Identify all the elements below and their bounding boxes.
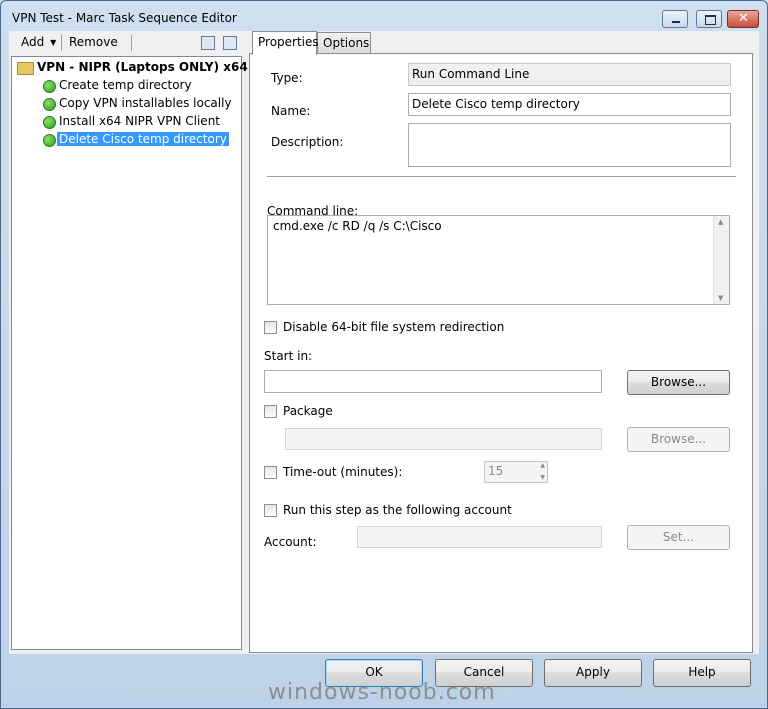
scroll-down-icon: ▼ <box>718 294 724 302</box>
package-input <box>285 428 602 450</box>
spin-up-icon: ▲ <box>540 462 545 469</box>
start-in-input[interactable] <box>264 370 602 393</box>
task-sequence-pane: Add ▼ Remove VPN - NIPR (Laptops ONLY) x… <box>9 31 248 654</box>
help-button[interactable]: Help <box>653 659 751 687</box>
close-button[interactable]: ✕ <box>727 10 759 28</box>
dropdown-arrow-icon: ▼ <box>50 38 57 47</box>
success-check-icon <box>43 134 56 147</box>
account-label: Account: <box>264 535 317 549</box>
properties-pane: Properties Options Type: Run Command Lin… <box>249 31 759 654</box>
apply-button[interactable]: Apply <box>544 659 642 687</box>
scroll-up-icon: ▲ <box>718 218 724 226</box>
minimize-icon <box>672 21 680 23</box>
tree-item-label: Install x64 NIPR VPN Client <box>59 114 221 128</box>
tree-toolbar: Add ▼ Remove <box>9 31 244 55</box>
section-divider <box>267 176 736 177</box>
task-sequence-folder-icon <box>17 62 34 75</box>
timeout-checkbox[interactable] <box>264 466 277 479</box>
tab-properties[interactable]: Properties <box>252 31 319 55</box>
move-down-icon[interactable] <box>223 36 237 50</box>
package-browse-button[interactable]: Browse... <box>627 427 730 452</box>
package-checkbox[interactable] <box>264 405 277 418</box>
start-in-browse-button[interactable]: Browse... <box>627 370 730 395</box>
add-label: Add <box>21 35 45 49</box>
package-label: Package <box>283 404 333 418</box>
spin-down-icon: ▼ <box>540 474 545 481</box>
tab-options[interactable]: Options <box>317 32 371 53</box>
tree-item-label: Copy VPN installables locally <box>59 96 232 110</box>
type-label: Type: <box>271 71 303 85</box>
command-line-scrollbar[interactable]: ▲ ▼ <box>713 216 729 304</box>
task-sequence-editor-window: VPN Test - Marc Task Sequence Editor ✕ A… <box>0 0 768 709</box>
timeout-label: Time-out (minutes): <box>283 465 403 479</box>
title-bar: VPN Test - Marc Task Sequence Editor ✕ <box>1 1 767 31</box>
timeout-spinner[interactable]: 15 ▲ ▼ <box>484 461 548 483</box>
run-as-account-label: Run this step as the following account <box>283 503 512 517</box>
name-input[interactable]: Delete Cisco temp directory <box>408 93 731 116</box>
account-set-button[interactable]: Set... <box>627 525 730 550</box>
description-input[interactable] <box>408 123 731 167</box>
maximize-icon <box>705 15 716 25</box>
tree-root-label: VPN - NIPR (Laptops ONLY) x64 <box>37 60 248 74</box>
start-in-label: Start in: <box>264 349 313 363</box>
success-check-icon <box>43 80 56 93</box>
client-area: Add ▼ Remove VPN - NIPR (Laptops ONLY) x… <box>9 31 759 654</box>
close-icon: ✕ <box>738 11 749 26</box>
toolbar-separator <box>131 35 132 51</box>
toolbar-separator <box>61 35 62 51</box>
window-title: VPN Test - Marc Task Sequence Editor <box>12 11 237 25</box>
success-check-icon <box>43 116 56 129</box>
command-line-text: cmd.exe /c RD /q /s C:\Cisco <box>273 219 442 233</box>
account-input <box>357 526 602 548</box>
success-check-icon <box>43 98 56 111</box>
move-up-icon[interactable] <box>201 36 215 50</box>
task-sequence-tree: VPN - NIPR (Laptops ONLY) x64 Create tem… <box>11 56 248 650</box>
description-label: Description: <box>271 135 344 149</box>
watermark-text: windows-noob.com <box>268 680 496 705</box>
minimize-button[interactable] <box>662 10 688 28</box>
maximize-button[interactable] <box>696 10 722 28</box>
add-menu-button[interactable]: Add ▼ <box>21 35 56 49</box>
command-line-input[interactable]: cmd.exe /c RD /q /s C:\Cisco ▲ ▼ <box>267 215 730 305</box>
type-field: Run Command Line <box>408 63 731 86</box>
remove-button[interactable]: Remove <box>69 35 118 49</box>
tree-item-label: Delete Cisco temp directory <box>57 132 229 146</box>
name-label: Name: <box>271 104 311 118</box>
disable-redirection-label: Disable 64-bit file system redirection <box>283 320 505 334</box>
timeout-value: 15 <box>488 464 504 478</box>
run-as-account-checkbox[interactable] <box>264 504 277 517</box>
disable-redirection-checkbox[interactable] <box>264 321 277 334</box>
tree-item-label: Create temp directory <box>59 78 192 92</box>
properties-panel: Type: Run Command Line Name: Delete Cisc… <box>249 53 753 653</box>
